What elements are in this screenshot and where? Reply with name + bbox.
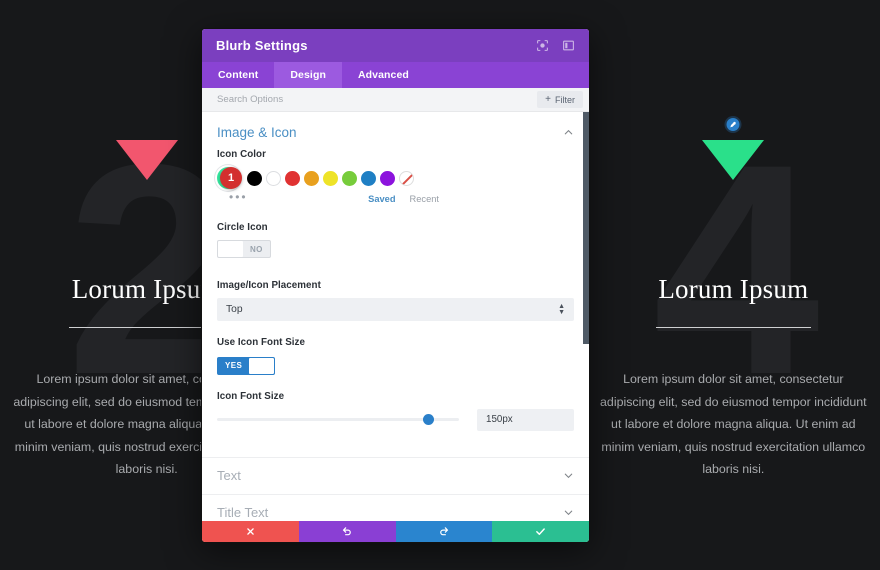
modal-body: Image & Icon Icon Color 1 ••• Saved Rece… xyxy=(202,112,589,521)
blurb-divider xyxy=(655,327,811,328)
section-title: Image & Icon xyxy=(217,125,297,140)
chevron-up-icon[interactable] xyxy=(563,127,574,138)
chevron-down-icon[interactable] xyxy=(563,470,574,481)
placement-select[interactable]: Top ▲ ▼ xyxy=(217,298,574,321)
circle-icon-toggle[interactable]: NO xyxy=(217,240,271,258)
more-options-icon[interactable]: ••• xyxy=(229,191,248,203)
section-image-and-icon-header[interactable]: Image & Icon xyxy=(202,112,589,149)
modal-footer xyxy=(202,521,589,542)
tab-advanced[interactable]: Advanced xyxy=(342,62,425,88)
vertical-scrollbar[interactable] xyxy=(583,112,589,344)
cancel-button[interactable] xyxy=(202,521,299,542)
accordion-title-text[interactable]: Title Text xyxy=(202,493,589,522)
swatch-tabs: Saved Recent xyxy=(368,194,574,204)
placement-select-value: Top xyxy=(226,304,243,315)
step-badge-1: 1 xyxy=(220,167,242,189)
filter-button-label: Filter xyxy=(555,94,575,105)
field-label: Image/Icon Placement xyxy=(217,280,321,291)
accordion-title: Title Text xyxy=(217,505,269,520)
icon-font-size-input[interactable]: 150px xyxy=(477,408,574,431)
expand-icon[interactable] xyxy=(536,39,549,52)
field-image-icon-placement: Image/Icon Placement Top ▲ ▼ xyxy=(202,280,589,321)
toggle-value: YES xyxy=(225,361,243,370)
tab-content[interactable]: Content xyxy=(202,62,274,88)
accordion-title: Text xyxy=(217,468,241,483)
swatch-black[interactable] xyxy=(247,170,262,186)
swatch-purple[interactable] xyxy=(380,170,395,186)
filter-button[interactable]: + Filter xyxy=(537,91,583,108)
close-icon xyxy=(247,528,254,535)
field-label: Icon Color xyxy=(217,149,266,160)
field-icon-color: Icon Color 1 ••• Saved Recent xyxy=(202,149,589,207)
modal-title: Blurb Settings xyxy=(216,38,308,53)
redo-button[interactable] xyxy=(395,521,493,542)
blurb-body: Lorem ipsum dolor sit amet, consectetur … xyxy=(600,372,867,477)
field-use-icon-font-size: Use Icon Font Size YES xyxy=(202,337,589,375)
save-button[interactable] xyxy=(492,521,589,542)
swatch-yellow[interactable] xyxy=(323,170,338,186)
tab-recent-colors[interactable]: Recent xyxy=(410,194,439,204)
check-icon xyxy=(536,528,546,535)
tab-saved-colors[interactable]: Saved xyxy=(368,194,395,204)
swatch-blue[interactable] xyxy=(361,170,376,186)
field-icon-font-size: Icon Font Size 150px xyxy=(202,391,589,431)
modal-header[interactable]: Blurb Settings xyxy=(202,29,589,62)
toggle-knob xyxy=(249,357,275,374)
search-row: Search Options + Filter xyxy=(202,88,589,112)
triangle-icon xyxy=(702,140,765,180)
chevron-updown-icon: ▲ ▼ xyxy=(558,302,565,316)
field-label: Circle Icon xyxy=(217,222,268,233)
icon-font-size-slider[interactable] xyxy=(217,411,459,429)
swatch-transparent[interactable] xyxy=(399,170,414,186)
field-circle-icon: Circle Icon NO xyxy=(202,222,589,262)
modal-header-actions xyxy=(536,39,575,52)
undo-button[interactable] xyxy=(298,521,396,542)
settings-scroll-area: Image & Icon Icon Color 1 ••• Saved Rece… xyxy=(202,112,589,521)
blurb-title: Lorum Ipsum xyxy=(658,274,809,304)
accordion-text[interactable]: Text xyxy=(202,456,589,494)
plus-icon: + xyxy=(545,93,551,105)
redo-icon xyxy=(440,527,449,536)
field-label: Use Icon Font Size xyxy=(217,337,305,348)
use-icon-font-size-toggle[interactable]: YES xyxy=(217,356,276,375)
color-swatch-row: 1 xyxy=(217,167,574,189)
toggle-value: NO xyxy=(250,244,263,254)
blurb-settings-modal: Blurb Settings Content Design Advanced S… xyxy=(201,28,590,543)
modal-tabs: Content Design Advanced xyxy=(202,62,589,88)
icon-font-size-control: 150px xyxy=(217,408,574,431)
blurb-card-4[interactable]: 4 Lorum Ipsum Lorem ipsum dolor sit amet… xyxy=(587,0,880,570)
slider-thumb[interactable] xyxy=(422,414,434,425)
toggle-knob xyxy=(218,241,243,257)
layout-panel-icon[interactable] xyxy=(562,39,575,52)
chevron-down-icon[interactable] xyxy=(563,507,574,518)
swatch-white[interactable] xyxy=(266,170,281,186)
undo-icon xyxy=(342,527,351,536)
blurb-icon-wrap xyxy=(587,140,880,192)
tab-design[interactable]: Design xyxy=(274,62,342,88)
swatch-meta-row: ••• Saved Recent xyxy=(217,191,574,207)
search-input[interactable]: Search Options xyxy=(217,94,283,105)
triangle-icon xyxy=(115,140,178,180)
field-label: Icon Font Size xyxy=(217,390,285,402)
swatch-red[interactable] xyxy=(285,170,300,186)
swatch-green[interactable] xyxy=(342,170,357,186)
swatch-orange[interactable] xyxy=(304,170,319,186)
app-root: 2 Lorum Ipsum Lorem ipsum dolor sit amet… xyxy=(0,0,880,570)
